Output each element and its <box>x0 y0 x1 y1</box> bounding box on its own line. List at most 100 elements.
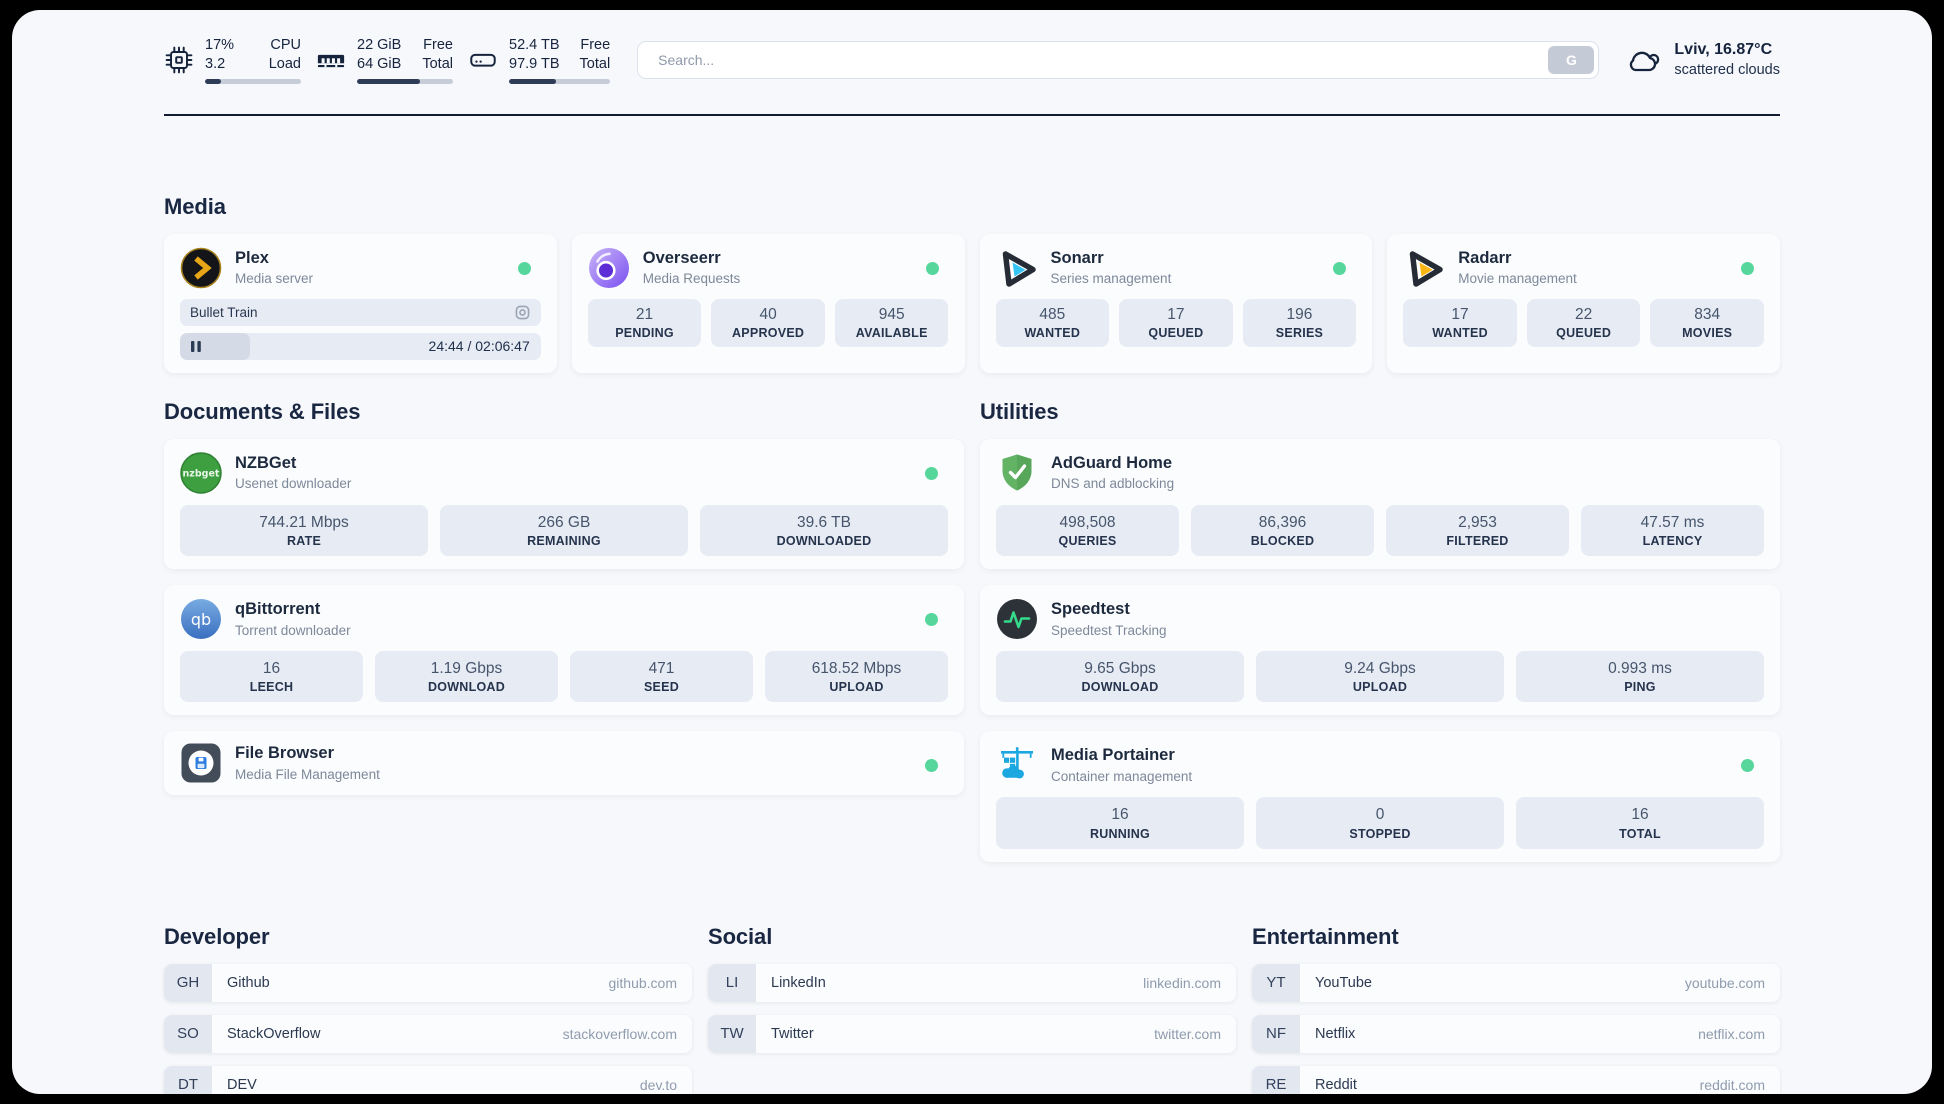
app-title: AdGuard Home <box>1051 453 1173 472</box>
status-dot-online <box>1333 261 1347 275</box>
memory-icon <box>317 54 345 67</box>
memory-total-label: Total <box>422 55 453 72</box>
stat-chip: 16 LEECH <box>180 651 363 703</box>
weather-condition: scattered clouds <box>1674 61 1780 78</box>
bookmark-domain: linkedin.com <box>1143 974 1221 991</box>
disk-free-label: Free <box>580 37 611 53</box>
bookmark-abbr: LI <box>708 963 756 1002</box>
disk-icon <box>470 53 496 67</box>
section-documents: Documents & Files nzbget NZBGet Usenet d… <box>164 399 964 796</box>
memory-free-value: 22 GiB <box>357 37 402 53</box>
stat-chip: 471 SEED <box>570 651 753 703</box>
app-card-speedtest[interactable]: Speedtest Speedtest Tracking 9.65 Gbps D… <box>980 585 1780 716</box>
bookmark-dev[interactable]: DT DEV dev.to <box>164 1065 692 1094</box>
stat-chip: 16 TOTAL <box>1516 797 1764 849</box>
bookmark-linkedin[interactable]: LI LinkedIn linkedin.com <box>708 963 1236 1002</box>
section-heading-developer: Developer <box>164 923 270 949</box>
app-title: Overseerr <box>642 248 721 267</box>
stat-chip: 40 APPROVED <box>711 298 825 348</box>
bookmark-domain: dev.to <box>639 1076 677 1093</box>
session-target-icon <box>515 305 530 320</box>
section-heading-media: Media <box>164 193 226 219</box>
section-heading-entertainment: Entertainment <box>1252 923 1399 949</box>
bookmark-youtube[interactable]: YT YouTube youtube.com <box>1252 963 1780 1002</box>
stat-chip: 945 AVAILABLE <box>834 298 949 348</box>
app-card-nzbget[interactable]: nzbget NZBGet Usenet downloader 744.21 M… <box>164 438 964 570</box>
bookmark-name: StackOverflow <box>227 1025 321 1042</box>
section-heading-social: Social <box>708 923 773 949</box>
bookmark-abbr: TW <box>708 1014 756 1053</box>
stat-chip: 9.24 Gbps UPLOAD <box>1256 651 1504 703</box>
stat-chip: 9.65 Gbps DOWNLOAD <box>996 651 1244 703</box>
disk-total-label: Total <box>579 55 611 72</box>
app-card-plex[interactable]: Plex Media server Bullet Train 24:44 / 0… <box>164 233 557 373</box>
radarr-icon <box>1410 250 1443 287</box>
portainer-icon <box>1001 747 1033 779</box>
bookmark-abbr: GH <box>164 963 212 1002</box>
bookmark-netflix[interactable]: NF Netflix netflix.com <box>1252 1014 1780 1053</box>
stat-chip: 834 MOVIES <box>1650 298 1764 348</box>
now-playing-title: Bullet Train <box>190 304 258 320</box>
search-bar: G <box>637 40 1600 79</box>
open-session-button[interactable] <box>514 304 531 321</box>
stat-chip: 498,508 QUERIES <box>996 504 1179 557</box>
app-subtitle: Media Requests <box>642 271 741 287</box>
pause-button[interactable] <box>190 340 202 353</box>
app-card-portainer[interactable]: Media Portainer Container management 16 … <box>980 731 1780 862</box>
search-provider-button[interactable]: G <box>1548 45 1595 74</box>
bookmark-github[interactable]: GH Github github.com <box>164 963 692 1002</box>
bookmark-twitter[interactable]: TW Twitter twitter.com <box>708 1014 1236 1053</box>
section-utilities: Utilities AdGuard Home DNS and adblockin… <box>980 399 1780 862</box>
cpu-load-value: 3.2 <box>205 55 226 72</box>
speedtest-icon <box>997 599 1037 640</box>
bookmark-abbr: YT <box>1252 963 1300 1002</box>
cpu-load-label: Load <box>268 55 301 72</box>
adguard-icon <box>1002 454 1032 491</box>
cpu-icon <box>165 46 193 74</box>
stat-chip: 39.6 TB DOWNLOADED <box>700 504 948 557</box>
stat-chip: 21 PENDING <box>587 298 702 348</box>
qbittorrent-icon: qb <box>181 599 221 640</box>
disk-progress-fill <box>509 78 556 84</box>
app-card-overseerr[interactable]: Overseerr Media Requests 21 PENDING 40 A… <box>571 233 965 373</box>
bookmark-reddit[interactable]: RE Reddit reddit.com <box>1252 1065 1780 1094</box>
app-subtitle: DNS and adblocking <box>1051 476 1175 492</box>
stat-chip: 0.993 ms PING <box>1516 651 1764 703</box>
app-card-qbittorrent[interactable]: qb qBittorrent Torrent downloader 16 LEE… <box>164 585 964 716</box>
app-card-sonarr[interactable]: Sonarr Series management 485 WANTED 17 Q… <box>979 233 1373 373</box>
stat-chip: 22 QUEUED <box>1526 298 1641 348</box>
app-card-radarr[interactable]: Radarr Movie management 17 WANTED 22 QUE… <box>1387 233 1780 373</box>
topbar-divider <box>164 113 1780 116</box>
app-title: qBittorrent <box>235 600 321 619</box>
bookmark-domain: youtube.com <box>1684 974 1765 991</box>
bookmark-group-social: Social LI LinkedIn linkedin.com TW Twitt… <box>708 924 1236 1094</box>
bookmark-domain: reddit.com <box>1699 1076 1765 1093</box>
stat-chip: 2,953 FILTERED <box>1386 504 1569 557</box>
cpu-progress-bar <box>205 78 301 84</box>
stat-chip: 1.19 Gbps DOWNLOAD <box>375 651 558 703</box>
dashboard-panel: 17% 3.2 CPU Load 22 GiB 64 GiB Free Tota… <box>12 10 1932 1094</box>
cloud-icon <box>1630 51 1660 71</box>
bookmark-domain: netflix.com <box>1698 1025 1765 1042</box>
svg-text:qb: qb <box>191 610 211 629</box>
section-media: Media Plex Media server Bullet Train 24:… <box>164 194 1780 373</box>
stat-chip: 744.21 Mbps RATE <box>180 504 428 557</box>
memory-total-value: 64 GiB <box>357 55 402 72</box>
nzbget-icon: nzbget <box>180 451 222 494</box>
bookmark-stackoverflow[interactable]: SO StackOverflow stackoverflow.com <box>164 1014 692 1053</box>
app-card-filebrowser[interactable]: File Browser Media File Management <box>164 731 964 796</box>
search-input[interactable] <box>637 40 1600 79</box>
bookmark-abbr: RE <box>1252 1065 1300 1094</box>
plex-icon <box>180 247 222 288</box>
overseerr-icon <box>588 247 629 288</box>
app-card-adguard[interactable]: AdGuard Home DNS and adblocking 498,508 … <box>980 438 1780 570</box>
stat-chip: 0 STOPPED <box>1256 797 1504 849</box>
memory-stat: 22 GiB 64 GiB Free Total <box>316 36 453 84</box>
cpu-usage-value: 17% <box>205 37 235 53</box>
app-subtitle: Usenet downloader <box>235 476 352 492</box>
stat-chip: 618.52 Mbps UPLOAD <box>765 651 948 703</box>
app-title: Plex <box>235 248 269 267</box>
section-heading-documents: Documents & Files <box>164 398 361 424</box>
app-title: Media Portainer <box>1051 746 1175 765</box>
bookmark-domain: github.com <box>608 974 677 991</box>
